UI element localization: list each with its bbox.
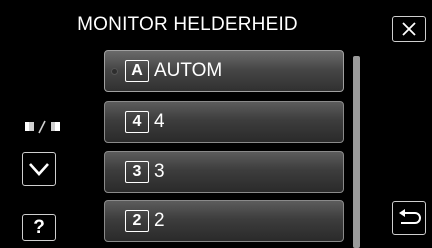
selection-indicator xyxy=(111,68,118,75)
menu-item-badge: 3 xyxy=(125,161,149,183)
back-button[interactable] xyxy=(392,201,426,235)
menu-item-label: 4 xyxy=(154,111,165,132)
menu-item-label: AUTOM xyxy=(154,60,223,81)
menu-item-3[interactable]: 3 3 xyxy=(104,151,344,193)
menu-item-label: 2 xyxy=(154,210,165,231)
close-button[interactable] xyxy=(392,16,426,42)
scrollbar[interactable] xyxy=(353,56,360,248)
menu-item-2[interactable]: 2 2 xyxy=(104,200,344,242)
menu-item-4[interactable]: 4 4 xyxy=(104,101,344,143)
menu-item-autom[interactable]: A AUTOM xyxy=(104,50,344,92)
chevron-down-icon xyxy=(29,163,49,176)
close-icon xyxy=(402,22,416,36)
return-icon xyxy=(399,209,421,224)
scroll-down-button[interactable] xyxy=(22,152,56,186)
menu-item-badge: A xyxy=(125,60,149,82)
menu-item-badge: 4 xyxy=(125,111,149,133)
menu-item-badge: 2 xyxy=(125,210,149,232)
aspect-ratio-icon xyxy=(25,120,60,134)
page-title: MONITOR HELDERHEID xyxy=(77,14,298,35)
help-button[interactable]: ? xyxy=(22,214,56,241)
menu-item-label: 3 xyxy=(154,161,165,182)
